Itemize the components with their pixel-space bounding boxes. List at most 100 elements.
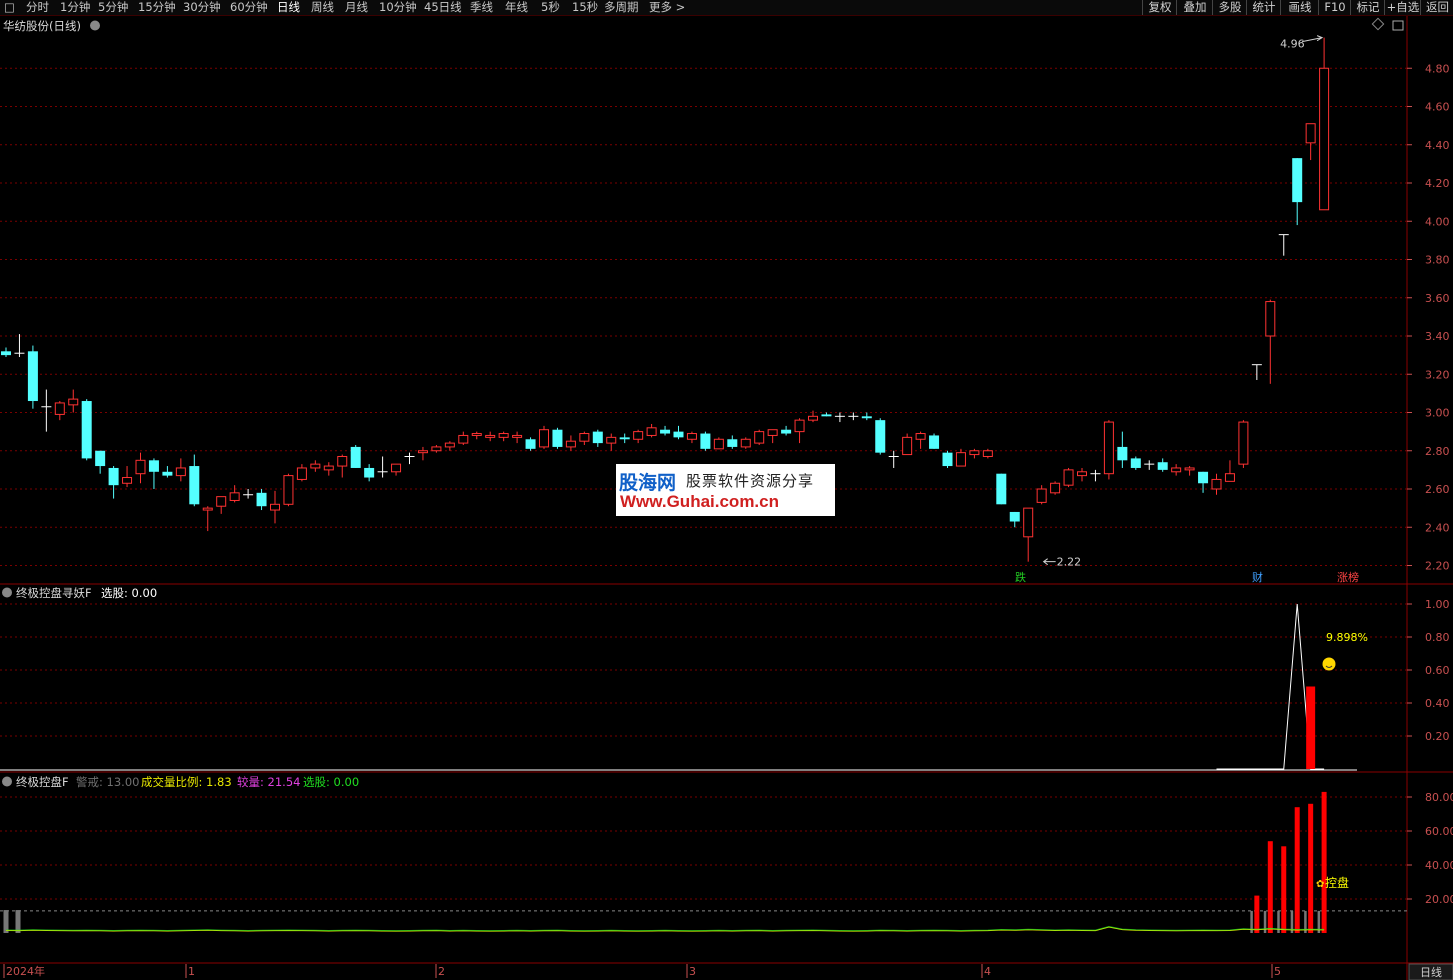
y-tick-label: 3.80 <box>1425 254 1450 267</box>
candle-body <box>619 437 630 440</box>
event-marker: 跌 <box>1015 570 1026 584</box>
diamond-icon[interactable] <box>1371 17 1385 31</box>
y-tick-label: 1.00 <box>1425 598 1450 611</box>
candle-body <box>1036 488 1047 503</box>
y-tick-label: 3.00 <box>1425 407 1450 420</box>
y-tick-label: 40.00 <box>1425 859 1453 872</box>
candle-body <box>1009 511 1020 522</box>
y-tick-label: 3.40 <box>1425 330 1450 343</box>
candle-body <box>296 467 307 480</box>
y-tick-label: 4.00 <box>1425 215 1450 228</box>
chevron-down-icon[interactable] <box>2 587 12 598</box>
candle-body <box>512 434 523 438</box>
y-tick-label: 60.00 <box>1425 825 1453 838</box>
y-tick-label: 4.40 <box>1425 139 1450 152</box>
candle-body <box>1023 507 1034 538</box>
candle-body <box>498 433 509 438</box>
candle-body <box>713 438 724 450</box>
indicator2-name: 终极控盘F <box>16 775 69 789</box>
y-tick-label: 0.20 <box>1425 730 1450 743</box>
candle-body <box>148 460 159 472</box>
period-button-label: 日线 <box>1420 965 1442 979</box>
candle-body <box>81 401 92 459</box>
volume-bar <box>1267 841 1273 933</box>
candle-body <box>270 503 280 511</box>
page-title: 华纺股份(日线) <box>3 19 81 33</box>
candle-body <box>1265 301 1276 337</box>
candle-body <box>1305 123 1316 144</box>
candle-body <box>996 473 1007 505</box>
candle-body <box>1 351 11 356</box>
candle-body <box>444 442 455 448</box>
low-price-label: 2.22 <box>1057 556 1082 569</box>
candle-body <box>337 455 348 467</box>
y-tick-label: 2.40 <box>1425 521 1450 534</box>
volume-bar <box>1321 791 1327 933</box>
candle-body <box>1198 471 1209 484</box>
volume-bar <box>15 910 21 933</box>
y-tick-label: 0.80 <box>1425 631 1450 644</box>
volume-bar <box>1254 895 1260 933</box>
candle-body <box>565 440 576 448</box>
watermark-url: Www.Guhai.com.cn <box>620 492 779 511</box>
candle-body <box>982 450 993 457</box>
x-tick-label: 3 <box>689 965 696 978</box>
event-marker: 涨榜 <box>1337 570 1359 584</box>
candle-body <box>108 467 119 486</box>
candle-body <box>1292 158 1303 203</box>
candle-body <box>929 435 940 449</box>
candle-body <box>754 431 765 444</box>
candle-body <box>1238 421 1249 465</box>
candle-body <box>781 429 792 434</box>
volume-bar <box>1308 803 1314 933</box>
x-tick-label: 2024年 <box>6 964 45 978</box>
x-tick-label: 5 <box>1274 965 1281 978</box>
candle-body <box>592 431 603 444</box>
chevron-down-icon[interactable] <box>2 776 12 787</box>
candle-body <box>364 467 375 478</box>
candle-body <box>606 436 617 444</box>
candle-body <box>1157 462 1168 470</box>
candle-body <box>1050 482 1061 494</box>
candle-body <box>646 427 657 436</box>
candle-body <box>808 415 818 421</box>
candle-body <box>1171 467 1182 473</box>
y-tick-label: 2.60 <box>1425 483 1450 496</box>
candle-body <box>202 507 213 511</box>
candle-body <box>350 446 361 468</box>
y-tick-label: 80.00 <box>1425 791 1453 804</box>
watermark-brand: 股海网 <box>619 472 677 494</box>
candle-body <box>1224 473 1235 482</box>
candle-body <box>54 402 65 415</box>
candle-body <box>902 436 913 456</box>
event-marker: 财 <box>1252 570 1263 584</box>
x-tick-label: 2 <box>438 965 445 978</box>
indicator2-field: 警戒: 13.00 <box>76 775 139 789</box>
candle-body <box>673 431 684 438</box>
y-tick-label: 0.40 <box>1425 697 1450 710</box>
candle-body <box>686 433 697 440</box>
y-tick-label: 0.60 <box>1425 664 1450 677</box>
candle-body <box>162 471 173 476</box>
candle-body <box>391 463 402 473</box>
indicator2-field: 较量: 21.54 <box>237 775 300 789</box>
candle-body <box>740 438 751 448</box>
candle-body <box>821 414 832 417</box>
candle-body <box>310 463 321 469</box>
candle-body <box>485 434 496 438</box>
candle-body <box>229 492 240 501</box>
indicator2-field: 选股: 0.00 <box>303 775 359 789</box>
candle-body <box>471 433 482 436</box>
candle-body <box>579 433 590 442</box>
chevron-down-icon[interactable] <box>90 20 100 31</box>
y-tick-label: 2.20 <box>1425 560 1450 573</box>
candle-body <box>955 452 966 467</box>
candle-body <box>1211 478 1222 490</box>
candle-body <box>552 429 563 447</box>
candle-body <box>256 492 267 507</box>
candle-body <box>417 450 428 454</box>
window-icon[interactable] <box>1392 20 1404 31</box>
candle-body <box>216 496 227 507</box>
candle-body <box>1130 458 1141 468</box>
candle-body <box>1077 471 1087 477</box>
